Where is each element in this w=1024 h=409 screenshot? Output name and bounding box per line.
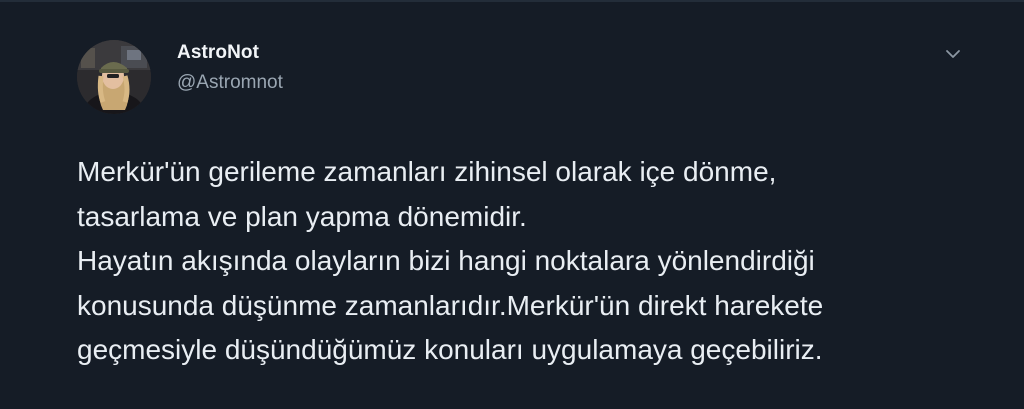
display-name[interactable]: AstroNot bbox=[177, 42, 259, 64]
tweet-text-line: tasarlama ve plan yapma dönemidir. bbox=[77, 200, 527, 232]
avatar[interactable] bbox=[77, 40, 151, 114]
tweet-text-line: geçmesiyle düşündüğümüz konuları uygulam… bbox=[77, 334, 823, 365]
tweet-text: Merkür'ün gerileme zamanları zihinsel ol… bbox=[77, 150, 977, 373]
chevron-down-icon[interactable] bbox=[940, 44, 966, 64]
tweet-text-line: Hayatın akışında olayların bizi hangi no… bbox=[77, 245, 815, 276]
tweet-text-line: konusunda düşünme zamanlarıdır.Merkür'ün… bbox=[77, 289, 824, 321]
avatar-photo bbox=[77, 40, 151, 114]
tweet-card: AstroNot @Astromnot Merkür'ün gerileme z… bbox=[0, 0, 1024, 409]
tweet-text-line: Merkür'ün gerileme zamanları zihinsel ol… bbox=[77, 156, 777, 187]
user-handle[interactable]: @Astromnot bbox=[177, 72, 283, 94]
